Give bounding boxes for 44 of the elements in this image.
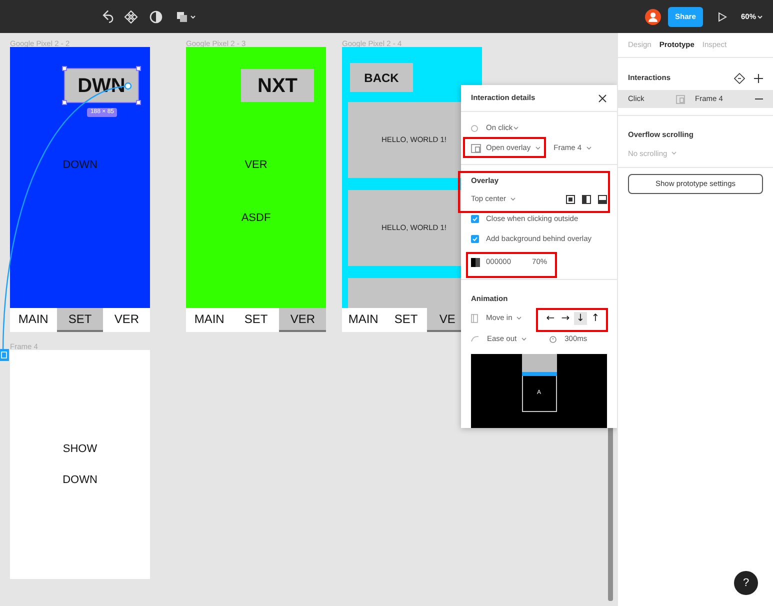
center-position-icon[interactable] (566, 194, 575, 204)
screen-text: DOWN (62, 158, 98, 173)
screen-tab[interactable]: SET (384, 308, 428, 332)
close-icon[interactable] (598, 94, 607, 102)
panel-icon (471, 314, 478, 322)
screen-tab[interactable]: VER (279, 308, 326, 332)
interaction-icon[interactable] (734, 72, 745, 84)
contrast-icon[interactable] (148, 8, 164, 24)
screen-tab[interactable]: MAIN (342, 308, 385, 332)
screen-tab[interactable]: MAIN (186, 308, 233, 332)
direction-button[interactable]: ↓ (574, 312, 587, 324)
easing-curve-icon (471, 336, 479, 342)
preview-frame (522, 354, 556, 372)
overlay-icon (471, 144, 481, 152)
screen-text: VER (244, 158, 268, 173)
direction-button[interactable]: → (559, 312, 572, 324)
screen-text: SHOW (62, 442, 98, 457)
screen-tab[interactable]: MAIN (10, 308, 57, 332)
screen-tab[interactable]: SET (56, 308, 104, 332)
screen-text: ASDF (241, 210, 271, 226)
selection-handle[interactable] (62, 100, 67, 105)
direction-button[interactable]: ↑ (589, 312, 602, 324)
add-icon[interactable] (754, 74, 763, 82)
checkbox[interactable] (471, 235, 479, 243)
preview-bar (522, 372, 556, 376)
screen-button: DWN (65, 69, 138, 102)
color-swatch-icon[interactable] (471, 258, 480, 266)
left-position-icon[interactable] (582, 194, 591, 204)
avatar-icon[interactable] (644, 8, 661, 24)
play-icon[interactable] (716, 12, 727, 22)
screen-tab[interactable]: SET (232, 308, 280, 332)
clock-icon (471, 124, 478, 132)
bottom-position-icon[interactable] (598, 194, 607, 204)
screen-text: DOWN (62, 472, 98, 488)
component-icon[interactable] (123, 8, 139, 24)
timer-icon (548, 335, 557, 343)
highlight-box (536, 308, 608, 332)
checkbox[interactable] (471, 215, 479, 223)
screen-tab[interactable]: VER (103, 308, 150, 332)
overlay-icon (676, 94, 685, 104)
selection-handle[interactable] (136, 66, 141, 71)
direction-button[interactable]: ← (544, 312, 557, 324)
selection-handle[interactable] (136, 100, 141, 105)
selection-handle[interactable] (62, 66, 67, 71)
